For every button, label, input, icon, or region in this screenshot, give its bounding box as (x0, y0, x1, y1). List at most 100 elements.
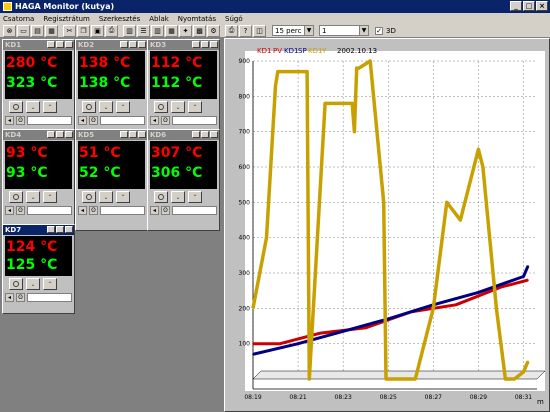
down-button[interactable]: ⌄ (26, 101, 40, 113)
chart-icon[interactable]: ◫ (253, 24, 266, 37)
controller-title[interactable]: KD5 (76, 130, 147, 140)
arrow-left-icon[interactable]: ◂ (5, 206, 14, 215)
wrench-icon[interactable]: ʘ (89, 206, 98, 215)
mode-button[interactable] (154, 191, 168, 203)
menu-sugo[interactable]: Súgó (225, 15, 243, 23)
arrow-left-icon[interactable]: ◂ (5, 293, 14, 302)
maximize-icon[interactable] (129, 41, 137, 48)
new-icon[interactable]: ▭ (17, 24, 30, 37)
arrow-left-icon[interactable]: ◂ (150, 116, 159, 125)
minimize-icon[interactable] (192, 131, 200, 138)
maximize-icon[interactable] (56, 41, 64, 48)
menu-csatorna[interactable]: Csatorna (3, 15, 34, 23)
threed-checkbox[interactable]: ✓ (375, 26, 383, 35)
up-button[interactable]: ⌃ (116, 191, 130, 203)
minimize-icon[interactable] (192, 41, 200, 48)
save-icon[interactable]: ▦ (45, 24, 58, 37)
trend-chart-window[interactable]: 100 200 300 400 500 600 700 800 900 08:19 08:21 08:… (224, 38, 550, 412)
minimize-icon[interactable] (120, 131, 128, 138)
mode-button[interactable] (9, 101, 23, 113)
controller-title[interactable]: KD7 (3, 225, 74, 235)
arrow-left-icon[interactable]: ◂ (5, 116, 14, 125)
wrench-icon[interactable]: ʘ (89, 116, 98, 125)
controller-window-kd7[interactable]: KD7 124 °C 125 °C ⌄ ⌃ ◂ ʘ (2, 224, 75, 314)
maximize-button[interactable]: □ (523, 1, 535, 11)
tile-horizontal-icon[interactable]: ☰ (137, 24, 150, 37)
controller-window-kd3[interactable]: KD3 112 °C 112 °C ⌄ ⌃ ◂ ʘ (147, 39, 220, 141)
arrow-left-icon[interactable]: ◂ (150, 206, 159, 215)
maximize-icon[interactable] (201, 131, 209, 138)
controller-window-kd4[interactable]: KD4 93 °C 93 °C ⌄ ⌃ ◂ ʘ (2, 129, 75, 231)
mode-button[interactable] (9, 191, 23, 203)
down-button[interactable]: ⌄ (26, 191, 40, 203)
close-icon[interactable] (138, 41, 146, 48)
mode-button[interactable] (82, 191, 96, 203)
minimize-icon[interactable] (47, 131, 55, 138)
minimize-icon[interactable] (47, 41, 55, 48)
wrench-icon[interactable]: ʘ (161, 116, 170, 125)
maximize-icon[interactable] (56, 131, 64, 138)
down-button[interactable]: ⌄ (26, 278, 40, 290)
copy-icon[interactable]: ❐ (77, 24, 90, 37)
down-button[interactable]: ⌄ (171, 191, 185, 203)
minimize-button[interactable]: _ (510, 1, 522, 11)
close-icon[interactable] (138, 131, 146, 138)
close-icon[interactable] (210, 131, 218, 138)
settings-icon[interactable]: ⚙ (207, 24, 220, 37)
close-icon[interactable] (65, 131, 73, 138)
maximize-icon[interactable] (56, 226, 64, 233)
paste-icon[interactable]: ▣ (91, 24, 104, 37)
wrench-icon[interactable]: ʘ (16, 206, 25, 215)
controller-window-kd6[interactable]: KD6 307 °C 306 °C ⌄ ⌃ ◂ ʘ (147, 129, 220, 231)
help-icon[interactable]: ? (239, 24, 252, 37)
close-icon[interactable] (65, 41, 73, 48)
controller-window-kd5[interactable]: KD5 51 °C 52 °C ⌄ ⌃ ◂ ʘ (75, 129, 148, 231)
connect-icon[interactable]: ⊗ (3, 24, 16, 37)
menu-szerkesztes[interactable]: Szerkesztés (99, 15, 140, 23)
menu-regisztratum[interactable]: Regisztrátum (43, 15, 89, 23)
printer-icon[interactable]: ⎙ (225, 24, 238, 37)
close-icon[interactable] (210, 41, 218, 48)
interval-select[interactable]: 15 perc ▼ (272, 25, 314, 36)
controller-title[interactable]: KD3 (148, 40, 219, 50)
controller-window-kd2[interactable]: KD2 138 °C 138 °C ⌄ ⌃ ◂ ʘ (75, 39, 148, 141)
minimize-icon[interactable] (120, 41, 128, 48)
channel-select[interactable]: 1 ▼ (319, 25, 369, 36)
trend-chart[interactable]: 100 200 300 400 500 600 700 800 900 08:19 08:21 08:… (225, 39, 549, 411)
up-button[interactable]: ⌃ (43, 101, 57, 113)
mode-button[interactable] (9, 278, 23, 290)
open-icon[interactable]: ▤ (31, 24, 44, 37)
up-button[interactable]: ⌃ (188, 191, 202, 203)
up-button[interactable]: ⌃ (116, 101, 130, 113)
up-button[interactable]: ⌃ (188, 101, 202, 113)
controller-window-kd1[interactable]: KD1 280 °C 323 °C ⌄ ⌃ ◂ ʘ (2, 39, 75, 141)
chevron-down-icon[interactable]: ▼ (304, 26, 313, 35)
maximize-icon[interactable] (129, 131, 137, 138)
grid-icon[interactable]: ▩ (193, 24, 206, 37)
wrench-icon[interactable]: ʘ (161, 206, 170, 215)
lightbulb-icon[interactable]: ✦ (179, 24, 192, 37)
tile-vertical-icon[interactable]: ▥ (151, 24, 164, 37)
menu-nyomtatas[interactable]: Nyomtatás (178, 15, 216, 23)
arrow-left-icon[interactable]: ◂ (78, 206, 87, 215)
maximize-icon[interactable] (201, 41, 209, 48)
close-icon[interactable] (65, 226, 73, 233)
down-button[interactable]: ⌄ (99, 101, 113, 113)
up-button[interactable]: ⌃ (43, 278, 57, 290)
controller-title[interactable]: KD2 (76, 40, 147, 50)
wrench-icon[interactable]: ʘ (16, 116, 25, 125)
cascade-icon[interactable]: ▥ (123, 24, 136, 37)
chevron-down-icon[interactable]: ▼ (359, 26, 368, 35)
controller-title[interactable]: KD6 (148, 130, 219, 140)
controller-title[interactable]: KD4 (3, 130, 74, 140)
up-button[interactable]: ⌃ (43, 191, 57, 203)
mode-button[interactable] (82, 101, 96, 113)
minimize-icon[interactable] (47, 226, 55, 233)
arrange-icon[interactable]: ▦ (165, 24, 178, 37)
cut-icon[interactable]: ✂ (63, 24, 76, 37)
controller-title[interactable]: KD1 (3, 40, 74, 50)
menu-ablak[interactable]: Ablak (149, 15, 169, 23)
down-button[interactable]: ⌄ (171, 101, 185, 113)
mode-button[interactable] (154, 101, 168, 113)
down-button[interactable]: ⌄ (99, 191, 113, 203)
